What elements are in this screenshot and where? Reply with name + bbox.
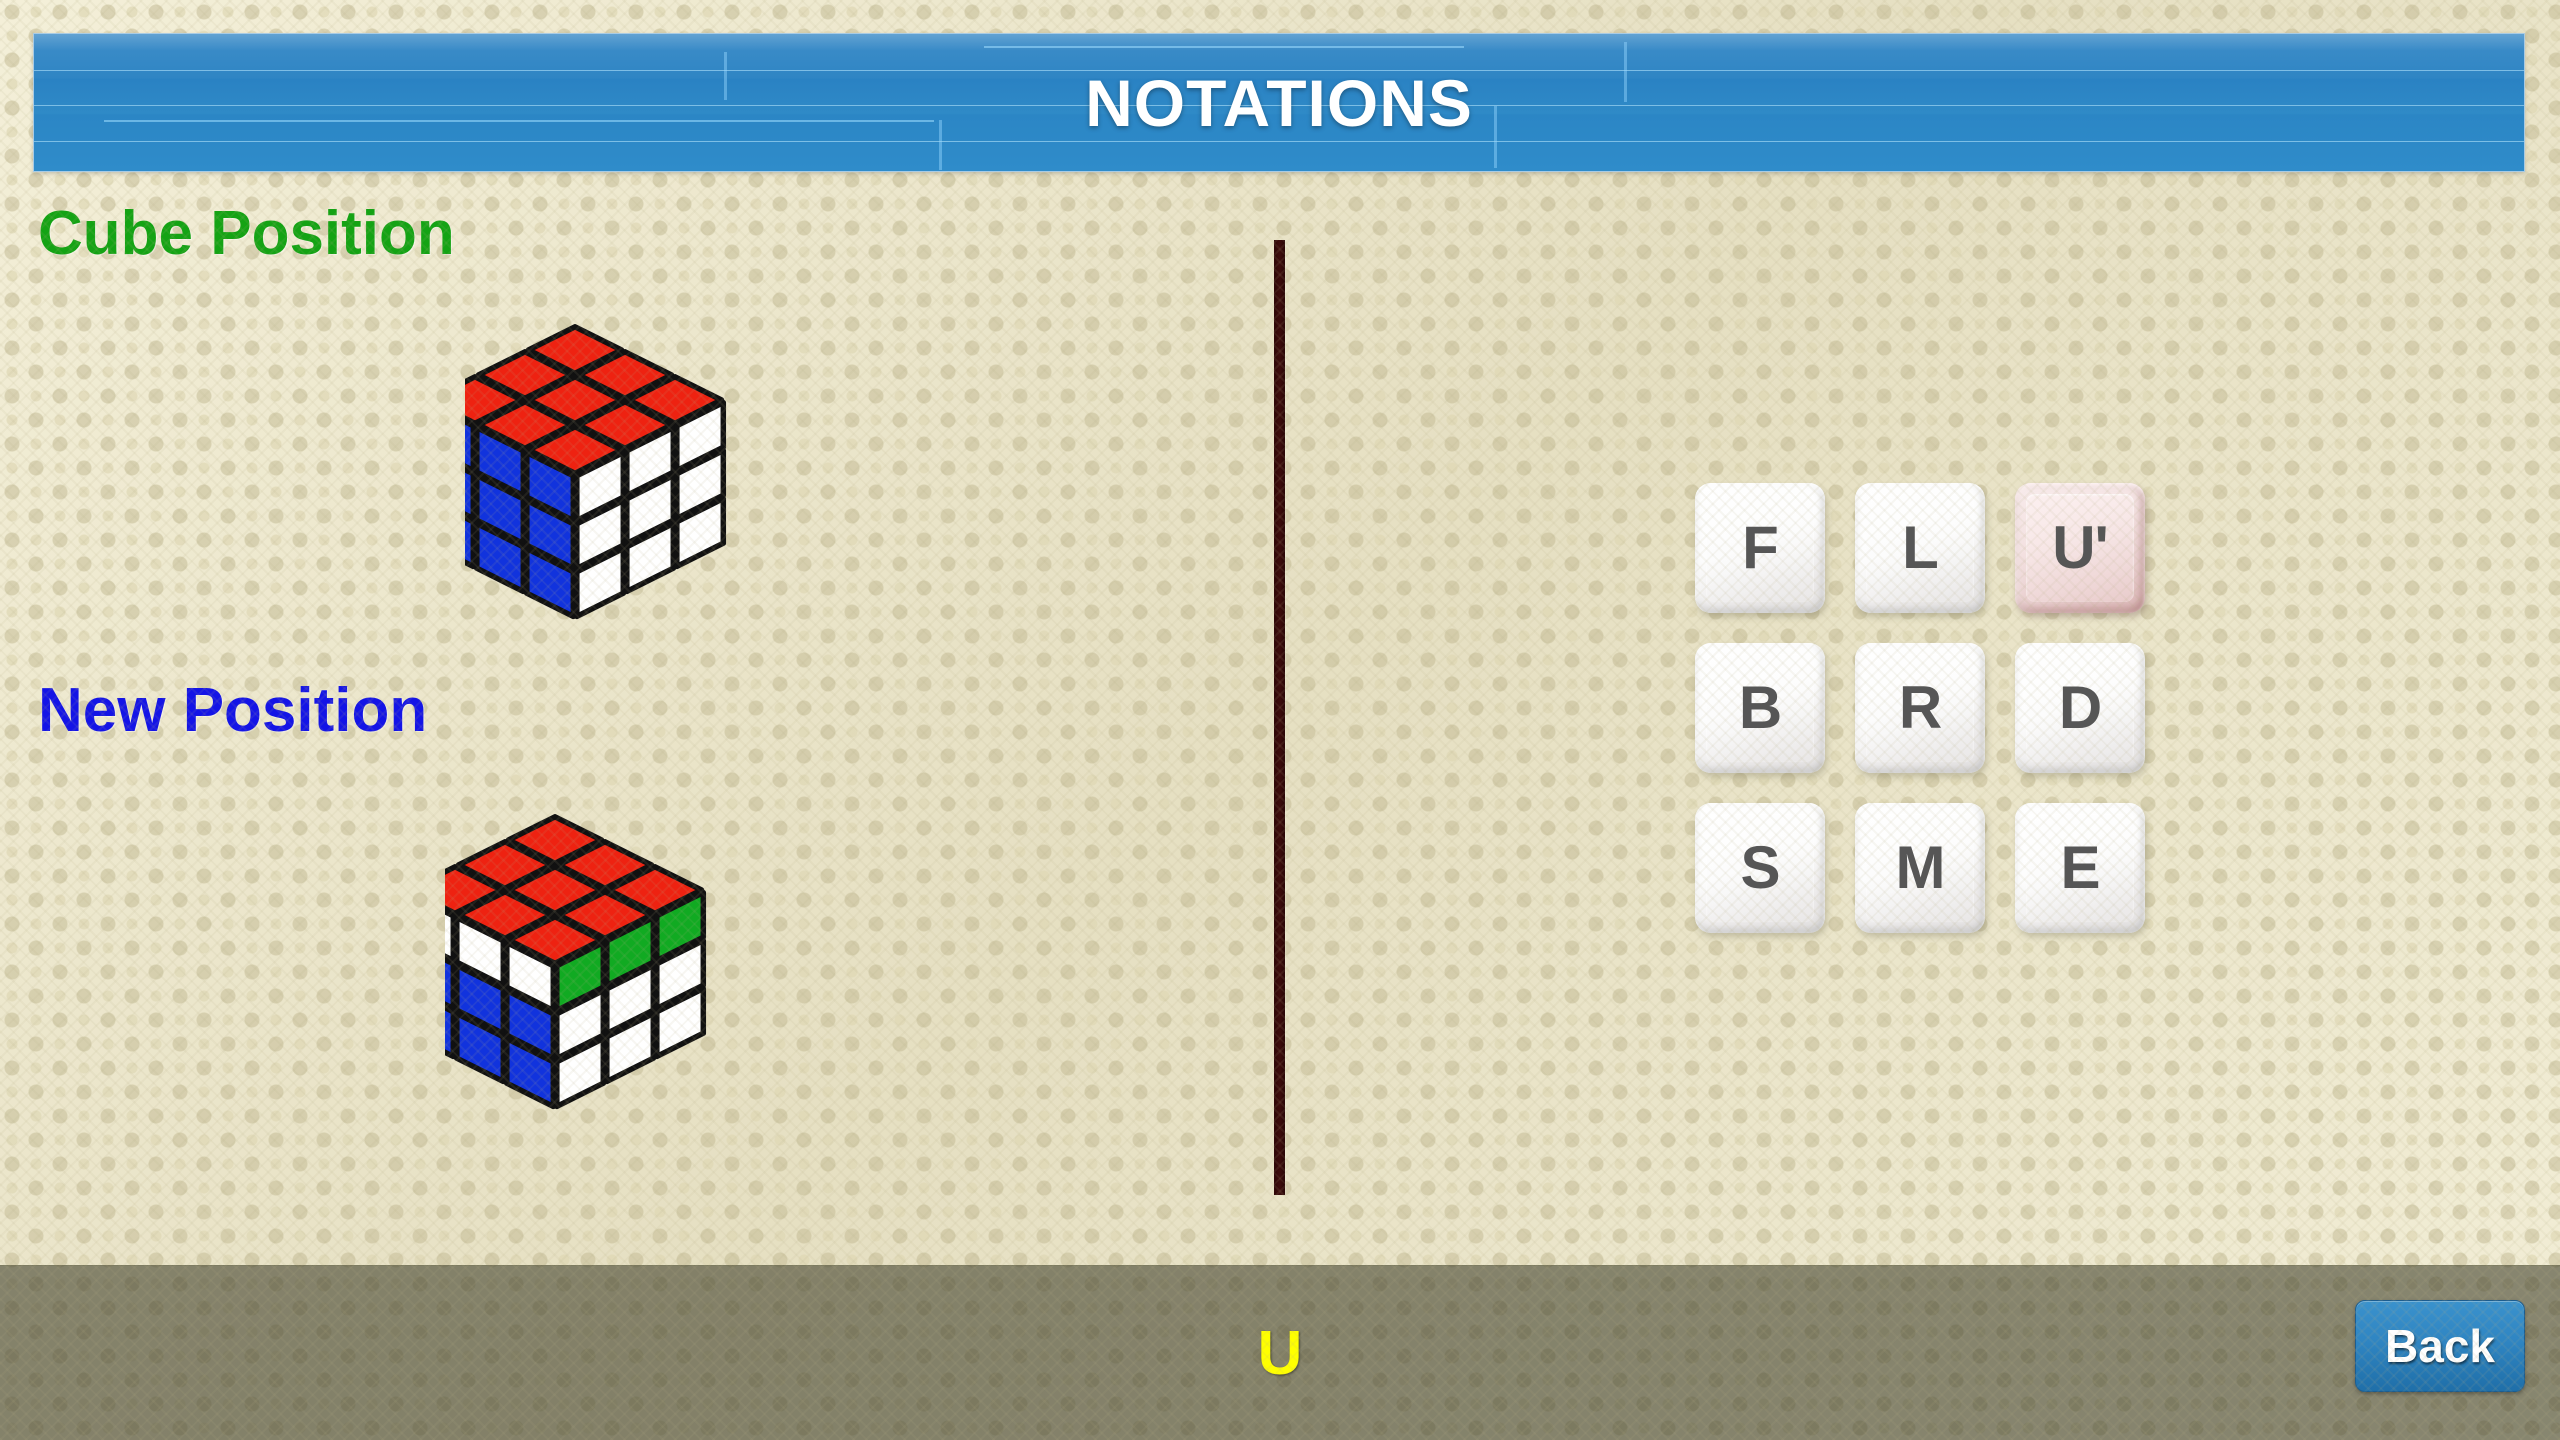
current-move-label: U bbox=[1257, 1319, 1303, 1388]
vertical-divider bbox=[1274, 240, 1285, 1195]
key-label: D bbox=[2058, 674, 2102, 741]
bottom-bar: U bbox=[0, 1265, 2560, 1440]
key-label: E bbox=[2060, 834, 2100, 901]
cube-position-label: Cube Position bbox=[38, 199, 455, 268]
back-button[interactable]: Back bbox=[2355, 1300, 2525, 1392]
key-label: U' bbox=[2052, 514, 2109, 581]
key-e[interactable]: E bbox=[2015, 803, 2145, 933]
key-d[interactable]: D bbox=[2015, 643, 2145, 773]
header-bar: NOTATIONS bbox=[33, 33, 2525, 172]
key-s[interactable]: S bbox=[1695, 803, 1825, 933]
key-r[interactable]: R bbox=[1855, 643, 1985, 773]
key-f[interactable]: F bbox=[1695, 483, 1825, 613]
key-l[interactable]: L bbox=[1855, 483, 1985, 613]
cube-position-diagram bbox=[465, 285, 825, 665]
key-label: F bbox=[1742, 514, 1779, 581]
page-title: NOTATIONS bbox=[1085, 65, 1473, 140]
key-m[interactable]: M bbox=[1855, 803, 1985, 933]
key-label: L bbox=[1902, 514, 1939, 581]
notation-keypad: F L U' B R D S M E bbox=[1695, 483, 2173, 961]
key-b[interactable]: B bbox=[1695, 643, 1825, 773]
notations-screen: NOTATIONS Cube Position New Position F L U… bbox=[0, 0, 2560, 1440]
new-position-diagram bbox=[445, 775, 805, 1155]
key-label: M bbox=[1895, 834, 1946, 901]
key-label: R bbox=[1898, 674, 1942, 741]
key-label: B bbox=[1738, 674, 1782, 741]
new-position-label: New Position bbox=[38, 676, 428, 745]
key-label: S bbox=[1740, 834, 1780, 901]
key-u-prime[interactable]: U' bbox=[2015, 483, 2145, 613]
